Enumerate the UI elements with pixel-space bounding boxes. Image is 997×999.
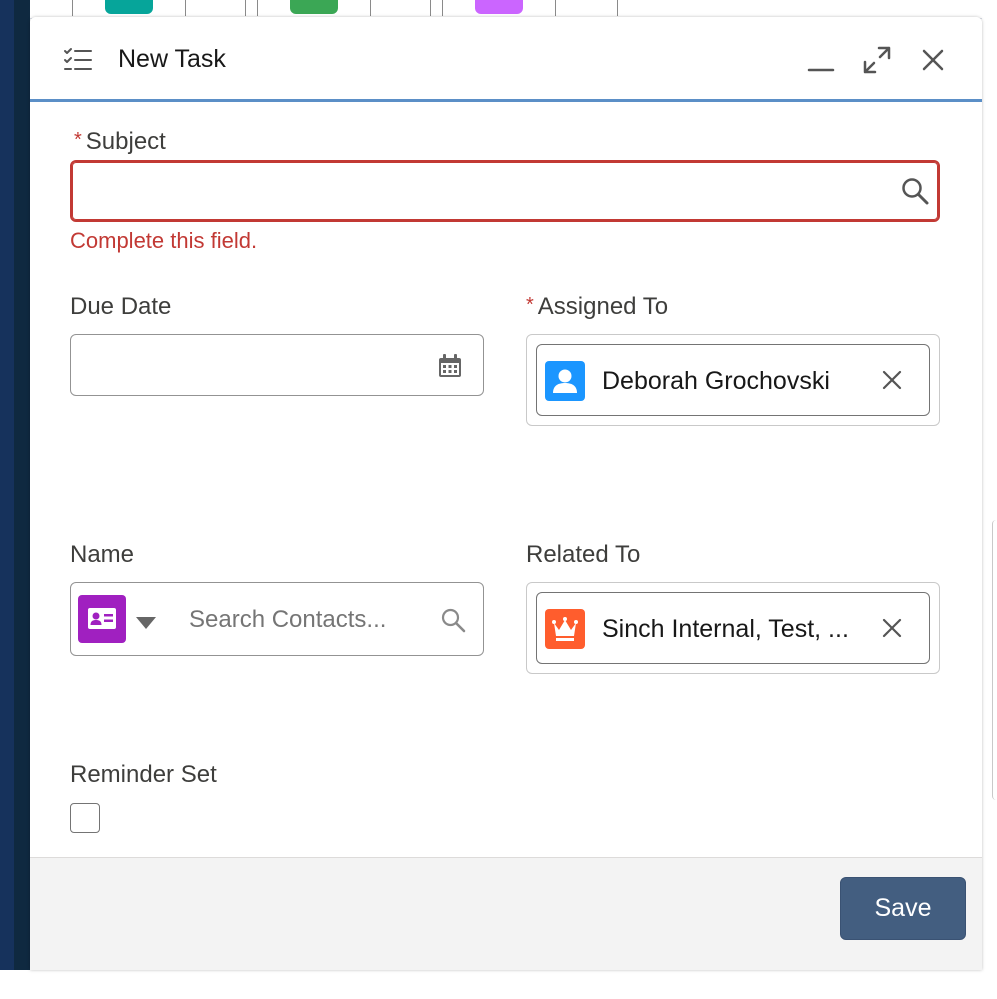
toolbar-separator bbox=[370, 0, 371, 16]
toolbar-separator bbox=[257, 0, 258, 16]
due-date-label: Due Date bbox=[70, 293, 172, 320]
contact-search-input[interactable] bbox=[187, 601, 426, 639]
assigned-to-pill[interactable]: Deborah Grochovski bbox=[536, 344, 930, 416]
toolbar-separator bbox=[555, 0, 556, 16]
panel-header: New Task bbox=[30, 17, 982, 102]
due-date-input[interactable] bbox=[83, 347, 427, 385]
related-to-label: Related To bbox=[526, 541, 641, 568]
toolbar-separator bbox=[72, 0, 73, 16]
panel-title: New Task bbox=[118, 45, 226, 73]
minimize-icon[interactable] bbox=[806, 45, 836, 75]
subject-input[interactable] bbox=[84, 162, 888, 218]
task-list-icon bbox=[64, 48, 92, 70]
assigned-to-label: * Assigned To bbox=[526, 293, 668, 321]
background-bottom bbox=[0, 970, 997, 999]
background-nav-strip-inner bbox=[14, 0, 30, 970]
subject-label: * Subject bbox=[74, 128, 166, 156]
search-icon[interactable] bbox=[900, 176, 930, 206]
background-nav-strip bbox=[0, 0, 14, 970]
panel-footer: Save bbox=[30, 857, 982, 970]
assigned-to-field: Deborah Grochovski bbox=[526, 334, 940, 426]
background-scroll-edge bbox=[992, 520, 997, 800]
subject-error-text: Complete this field. bbox=[70, 228, 258, 253]
toolbar-separator bbox=[617, 0, 618, 16]
toolbar-teal-icon bbox=[105, 0, 153, 14]
reminder-set-label: Reminder Set bbox=[70, 761, 217, 788]
name-field[interactable] bbox=[70, 582, 484, 656]
search-icon[interactable] bbox=[440, 607, 466, 633]
reminder-set-checkbox[interactable] bbox=[70, 803, 100, 833]
object-dropdown-icon[interactable] bbox=[135, 616, 157, 630]
assigned-to-label-text: Assigned To bbox=[537, 293, 669, 320]
name-label: Name bbox=[70, 541, 135, 568]
toolbar-separator bbox=[430, 0, 431, 16]
subject-field[interactable] bbox=[70, 160, 940, 222]
close-icon[interactable] bbox=[918, 45, 948, 75]
toolbar-separator bbox=[245, 0, 246, 16]
background-right bbox=[982, 0, 997, 970]
toolbar-green-icon bbox=[290, 0, 338, 14]
toolbar-separator bbox=[442, 0, 443, 16]
subject-label-text: Subject bbox=[85, 128, 166, 155]
crown-icon bbox=[545, 609, 585, 649]
toolbar-separator bbox=[185, 0, 186, 16]
due-date-field[interactable] bbox=[70, 334, 484, 396]
required-marker: * bbox=[74, 129, 82, 151]
remove-assignee-icon[interactable] bbox=[877, 365, 907, 395]
related-to-pill[interactable]: Sinch Internal, Test, ... bbox=[536, 592, 930, 664]
new-task-panel: New Task * Subject Complete this field. D… bbox=[30, 17, 982, 970]
user-icon bbox=[545, 361, 585, 401]
related-to-field: Sinch Internal, Test, ... bbox=[526, 582, 940, 674]
save-button[interactable]: Save bbox=[840, 877, 966, 940]
remove-related-icon[interactable] bbox=[877, 613, 907, 643]
related-to-value: Sinch Internal, Test, ... bbox=[602, 615, 849, 643]
calendar-icon[interactable] bbox=[437, 353, 463, 379]
expand-icon[interactable] bbox=[862, 45, 892, 75]
required-marker: * bbox=[526, 294, 534, 316]
assigned-to-value: Deborah Grochovski bbox=[602, 367, 830, 395]
toolbar-purple-icon bbox=[475, 0, 523, 14]
contact-card-icon bbox=[78, 595, 126, 643]
